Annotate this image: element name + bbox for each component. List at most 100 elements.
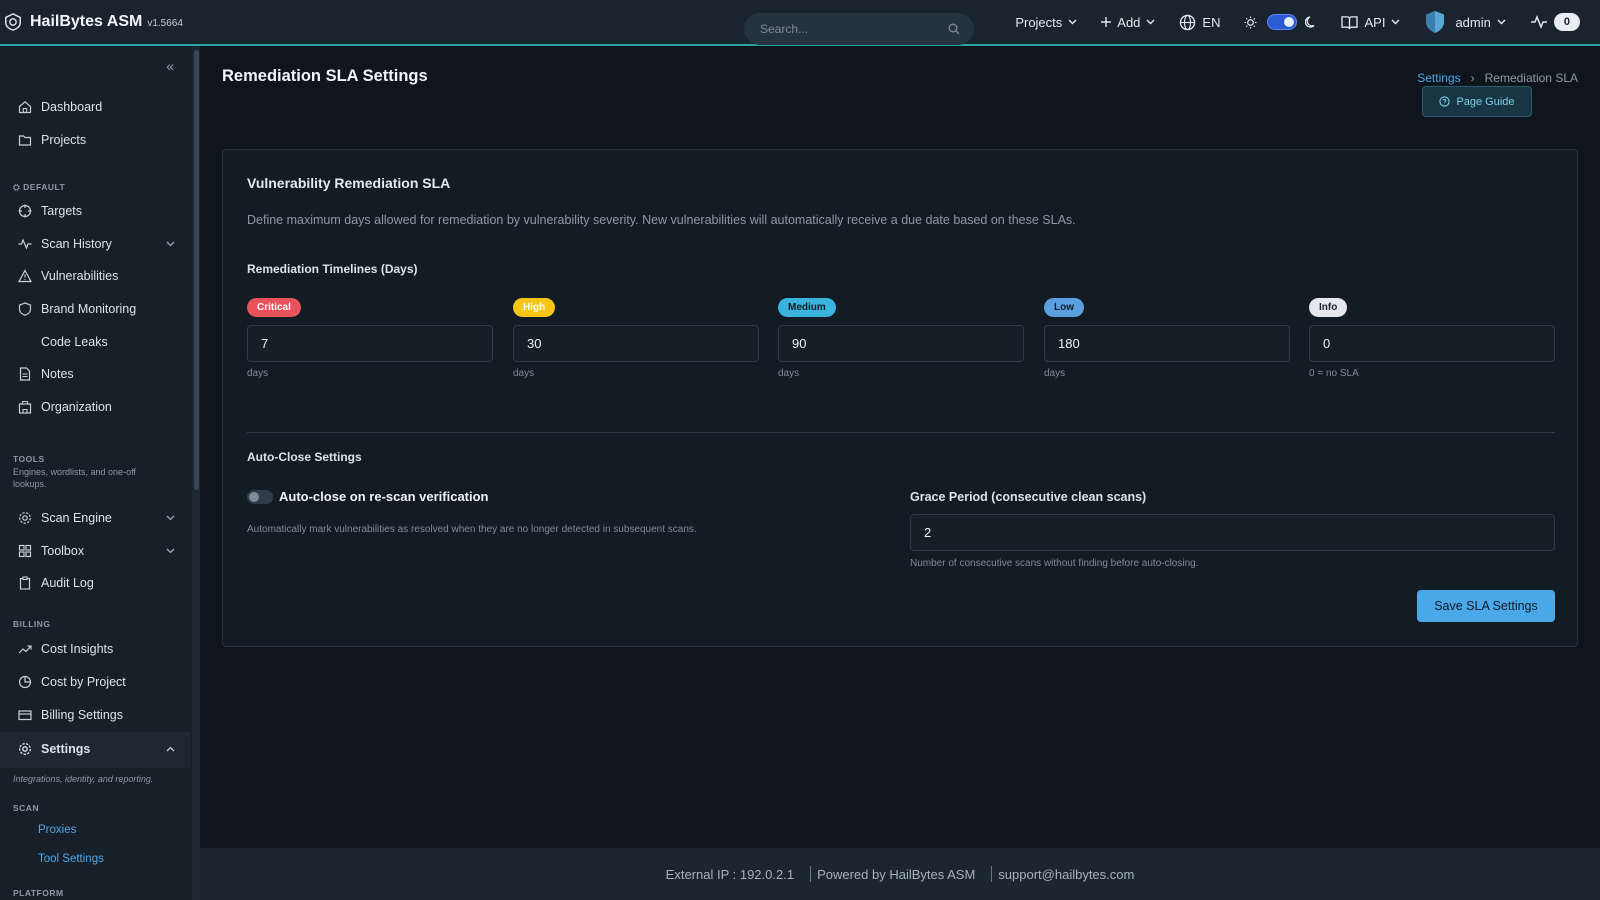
card-description: Define maximum days allowed for remediat… [247,213,1076,227]
severity-critical: Critical 7 days [247,298,493,379]
avatar-shield-icon [1426,11,1445,33]
save-sla-settings-button[interactable]: Save SLA Settings [1417,590,1555,622]
sidebar-item-label: Vulnerabilities [41,269,119,283]
sidebar-item-settings[interactable]: Settings [18,742,175,756]
auto-close-toggle[interactable] [247,490,273,504]
sidebar-item-label: Notes [41,367,74,381]
severity-badge: Medium [778,298,836,317]
chevron-up-icon [166,746,175,752]
shield-icon [18,302,32,316]
user-menu[interactable]: admin [1424,10,1506,34]
sidebar-item-label: Toolbox [41,544,85,558]
add-menu-label: Add [1117,14,1141,30]
low-days-input[interactable]: 180 [1044,325,1290,362]
brand-version: v1.5664 [147,18,183,29]
sidebar-item-label: Cost Insights [41,642,114,656]
sidebar-item-targets[interactable]: Targets [18,204,82,218]
search-input[interactable] [760,22,948,36]
crosshair-icon [18,204,32,218]
sidebar-item-label: Projects [41,133,87,147]
api-menu[interactable]: API [1341,15,1400,30]
severity-hint: days [247,368,269,379]
credit-card-icon [18,710,32,721]
collapse-sidebar-icon[interactable]: « [166,58,174,74]
sidebar-item-dashboard[interactable]: Dashboard [18,100,102,114]
severity-hint: days [1044,368,1066,379]
chevron-down-icon [166,241,175,247]
sidebar-item-projects[interactable]: Projects [18,133,86,147]
sidebar-scroll-thumb[interactable] [194,50,199,490]
projects-menu[interactable]: Projects [1015,15,1077,30]
page-title: Remediation SLA Settings [222,67,428,85]
support-email-link[interactable]: support@hailbytes.com [998,867,1134,882]
severity-badge: High [513,298,556,317]
sidebar-item-brand-monitoring[interactable]: Brand Monitoring [18,302,136,316]
clipboard-icon [19,576,31,590]
sidebar-item-label: Scan History [41,237,112,251]
severity-badge: Critical [247,298,301,317]
search-box[interactable] [744,13,974,45]
severity-high: High 30 days [513,298,759,379]
sidebar-item-scan-engine[interactable]: Scan Engine [18,511,175,525]
sidebar-item-notes[interactable]: Notes [18,367,74,381]
building-icon [18,400,32,414]
info-days-input[interactable]: 0 [1309,325,1555,362]
breadcrumb-settings-link[interactable]: Settings [1417,71,1460,85]
footer: External IP : 192.0.2.1 Powered by HailB… [200,848,1600,900]
globe-icon [1180,14,1196,30]
theme-toggle[interactable] [1244,14,1317,30]
language-selector[interactable]: EN [1179,14,1220,31]
severity-badge: Low [1044,298,1084,317]
breadcrumb: Settings › Remediation SLA [1417,71,1578,85]
gear-icon [19,512,31,524]
sidebar-item-toolbox[interactable]: Toolbox [18,544,175,558]
activity-icon [1530,15,1547,29]
breadcrumb-current: Remediation SLA [1484,71,1578,85]
sidebar-item-organization[interactable]: Organization [18,400,112,414]
sidebar-item-cost-insights[interactable]: Cost Insights [18,642,113,656]
sidebar-item-label: Brand Monitoring [41,302,137,316]
auto-close-heading: Auto-Close Settings [247,450,362,464]
powered-by: Powered by HailBytes ASM [817,866,976,882]
book-icon [1341,15,1359,29]
severity-info: Info 0 0 = no SLA [1309,298,1555,379]
severity-hint: days [513,368,535,379]
brand[interactable]: HailBytes ASM v1.5664 [0,0,183,44]
footer-separator [991,866,993,882]
grid-icon [18,544,32,558]
theme-switch[interactable] [1267,14,1298,30]
section-billing: BILLING [13,619,51,629]
section-divider [247,432,1555,433]
sidebar-item-label: Dashboard [41,100,103,114]
activity-indicator[interactable]: 0 [1530,13,1580,31]
sidebar-item-billing-settings[interactable]: Billing Settings [18,708,123,722]
add-menu[interactable]: Add [1101,15,1155,30]
sidebar-link-proxies[interactable]: Proxies [38,824,76,836]
sidebar-item-label: Organization [41,400,112,414]
sun-icon [1244,15,1258,29]
page-guide-button[interactable]: Page Guide [1422,86,1532,117]
sidebar-item-label: Code Leaks [41,335,108,349]
auto-close-label: Auto-close on re-scan verification [279,489,489,504]
sidebar-link-tool-settings[interactable]: Tool Settings [38,853,104,865]
sidebar-item-audit-log[interactable]: Audit Log [18,576,94,590]
breadcrumb-separator-icon: › [1470,71,1475,85]
section-platform: PLATFORM [13,888,64,898]
sidebar-scrollbar[interactable] [192,46,200,900]
severity-hint: days [778,368,800,379]
high-days-input[interactable]: 30 [513,325,759,362]
section-tools-subtitle: Engines, wordlists, and one-off lookups. [13,467,136,489]
sidebar-item-code-leaks[interactable]: Code Leaks [41,335,108,349]
sidebar-item-scan-history[interactable]: Scan History [18,237,175,251]
trending-up-icon [18,645,32,654]
card-title: Vulnerability Remediation SLA [247,175,451,191]
medium-days-input[interactable]: 90 [778,325,1024,362]
sidebar: « Dashboard Projects ⛭ DEFAULT Targets S… [0,46,200,900]
sidebar-item-vulnerabilities[interactable]: Vulnerabilities [18,269,118,283]
severity-badge: Info [1309,298,1348,317]
document-icon [19,367,31,381]
chevron-down-icon [1068,19,1077,25]
grace-period-input[interactable]: 2 [910,514,1555,551]
critical-days-input[interactable]: 7 [247,325,493,362]
sidebar-item-cost-by-project[interactable]: Cost by Project [18,675,126,689]
